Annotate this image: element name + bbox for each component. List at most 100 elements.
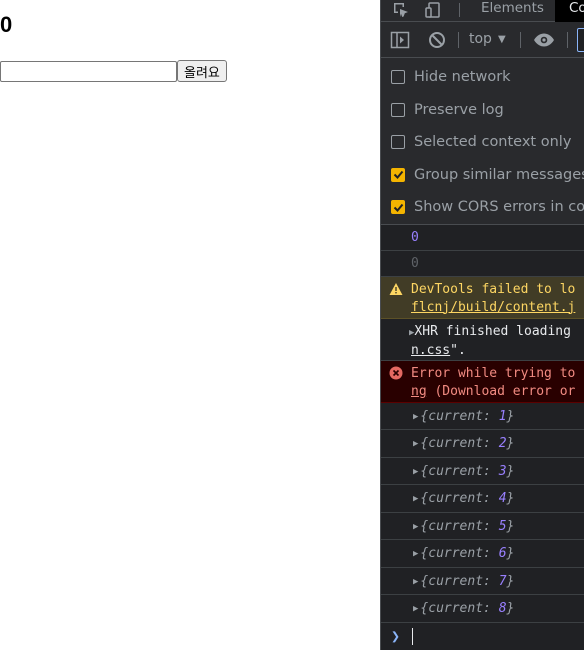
console-object-row[interactable]: ▶ {current: 8} — [381, 595, 584, 623]
expand-triangle-icon[interactable]: ▶ — [413, 439, 418, 449]
context-label: top — [469, 31, 492, 47]
object-value: 1 — [498, 408, 507, 424]
console-object-row[interactable]: ▶ {current: 1} — [381, 403, 584, 430]
checkbox[interactable] — [391, 70, 405, 85]
info-source-link[interactable]: n.css — [411, 343, 450, 358]
checkbox-checked[interactable] — [391, 167, 405, 182]
colon: : — [483, 436, 499, 451]
object-key: current — [428, 491, 484, 506]
object-value: 7 — [498, 573, 507, 589]
colon: : — [483, 491, 499, 506]
console-object-row[interactable]: ▶ {current: 5} — [381, 513, 584, 540]
console-object-row[interactable]: ▶ {current: 6} — [381, 540, 584, 568]
brace: } — [506, 436, 515, 451]
error-source-link[interactable]: ng — [411, 384, 427, 399]
setting-label: Show CORS errors in cons — [414, 199, 584, 216]
info-text: XHR finished loading — [414, 323, 571, 339]
submit-button[interactable]: 올려요 — [177, 60, 227, 82]
checkbox[interactable] — [391, 102, 405, 117]
object-value: 3 — [498, 463, 507, 479]
clear-console-icon[interactable] — [427, 30, 447, 50]
colon: : — [483, 546, 499, 561]
object-log-list: ▶ {current: 1} ▶ {current: 2} ▶ {current: 3} ▶… — [381, 403, 584, 623]
text-input[interactable] — [0, 60, 177, 82]
page-content: 0 올려요 — [0, 0, 380, 650]
setting-show-cors-errors[interactable]: Show CORS errors in cons — [381, 191, 584, 224]
console-object-row[interactable]: ▶ {current: 3} — [381, 458, 584, 485]
console-log-row: 0 — [381, 225, 584, 251]
setting-label: Selected context only — [414, 134, 572, 151]
object-value: 8 — [498, 601, 507, 616]
prompt-chevron-icon: ❯ — [391, 626, 401, 645]
object-key: current — [428, 601, 484, 616]
tab-console[interactable]: Co — [555, 0, 584, 22]
setting-label: Hide network — [414, 69, 511, 86]
checkbox-checked[interactable] — [391, 200, 405, 215]
object-key: current — [428, 573, 484, 589]
expand-triangle-icon[interactable]: ▶ — [413, 577, 418, 587]
error-tail: (Download error or — [426, 383, 576, 399]
colon: : — [483, 463, 499, 479]
brace: } — [506, 546, 515, 561]
object-key: current — [428, 408, 484, 424]
brace: } — [506, 601, 515, 616]
expand-triangle-icon[interactable]: ▶ — [413, 549, 418, 559]
brace: } — [506, 463, 515, 479]
devtools-tab-bar: Elements Co — [381, 0, 584, 22]
checkbox[interactable] — [391, 135, 405, 150]
tab-separator — [459, 3, 460, 17]
setting-group-similar[interactable]: Group similar messages in — [381, 159, 584, 192]
toolbar-separator — [520, 32, 521, 48]
console-object-row[interactable]: ▶ {current: 2} — [381, 430, 584, 458]
log-value: 0 — [411, 255, 419, 271]
device-toolbar-icon[interactable] — [422, 0, 444, 20]
console-prompt[interactable]: ❯ — [381, 623, 584, 650]
setting-hide-network[interactable]: Hide network — [381, 61, 584, 94]
setting-label: Group similar messages in — [414, 166, 584, 183]
object-value: 2 — [498, 436, 507, 451]
brace: } — [506, 573, 515, 589]
setting-selected-context-only[interactable]: Selected context only — [381, 126, 584, 159]
error-icon — [389, 366, 403, 380]
expand-triangle-icon[interactable]: ▶ — [413, 467, 418, 477]
expand-triangle-icon[interactable]: ▶ — [413, 494, 418, 504]
expand-triangle-icon[interactable]: ▶ — [413, 522, 418, 532]
setting-label: Preserve log — [414, 101, 504, 118]
console-object-row[interactable]: ▶ {current: 4} — [381, 485, 584, 513]
warning-icon — [389, 282, 403, 296]
object-value: 5 — [498, 518, 507, 534]
expand-triangle-icon[interactable]: ▶ — [413, 604, 418, 614]
object-key: current — [428, 546, 484, 561]
tab-elements[interactable]: Elements — [481, 0, 544, 22]
error-text: Error while trying to — [411, 365, 576, 381]
brace: } — [506, 408, 515, 424]
inspect-element-icon[interactable] — [390, 0, 412, 20]
console-settings: Hide network Preserve log Selected conte… — [381, 58, 584, 225]
console-toolbar: top ▼ — [381, 22, 584, 58]
warning-text: DevTools failed to lo — [411, 281, 576, 297]
live-expression-eye-icon[interactable] — [532, 30, 556, 50]
colon: : — [483, 408, 499, 424]
object-value: 4 — [498, 491, 507, 506]
expand-triangle-icon[interactable]: ▶ — [413, 412, 418, 422]
toolbar-separator — [567, 32, 568, 48]
dropdown-arrow-icon: ▼ — [497, 33, 506, 45]
warning-source-link[interactable]: flcnj/build/content.j — [411, 300, 575, 315]
setting-preserve-log[interactable]: Preserve log — [381, 94, 584, 127]
filter-input[interactable] — [577, 28, 584, 52]
info-tail: ". — [450, 342, 466, 358]
console-info-row: ▶XHR finished loading n.css". — [381, 319, 584, 361]
toolbar-separator — [458, 32, 459, 48]
brace: } — [506, 518, 515, 534]
sidebar-toggle-icon[interactable] — [389, 30, 411, 50]
console-object-row[interactable]: ▶ {current: 7} — [381, 568, 584, 595]
object-key: current — [428, 463, 484, 479]
console-error-row: Error while trying to ng (Download error… — [381, 360, 584, 403]
checkmark-icon — [393, 171, 403, 180]
devtools-panel: Elements Co top ▼ Hide network Preserve … — [380, 0, 584, 650]
checkmark-icon — [393, 203, 403, 212]
context-selector[interactable]: top ▼ — [469, 31, 506, 47]
console-log-row: 0 — [381, 251, 584, 277]
colon: : — [483, 601, 499, 616]
post-form: 올려요 — [0, 60, 227, 82]
